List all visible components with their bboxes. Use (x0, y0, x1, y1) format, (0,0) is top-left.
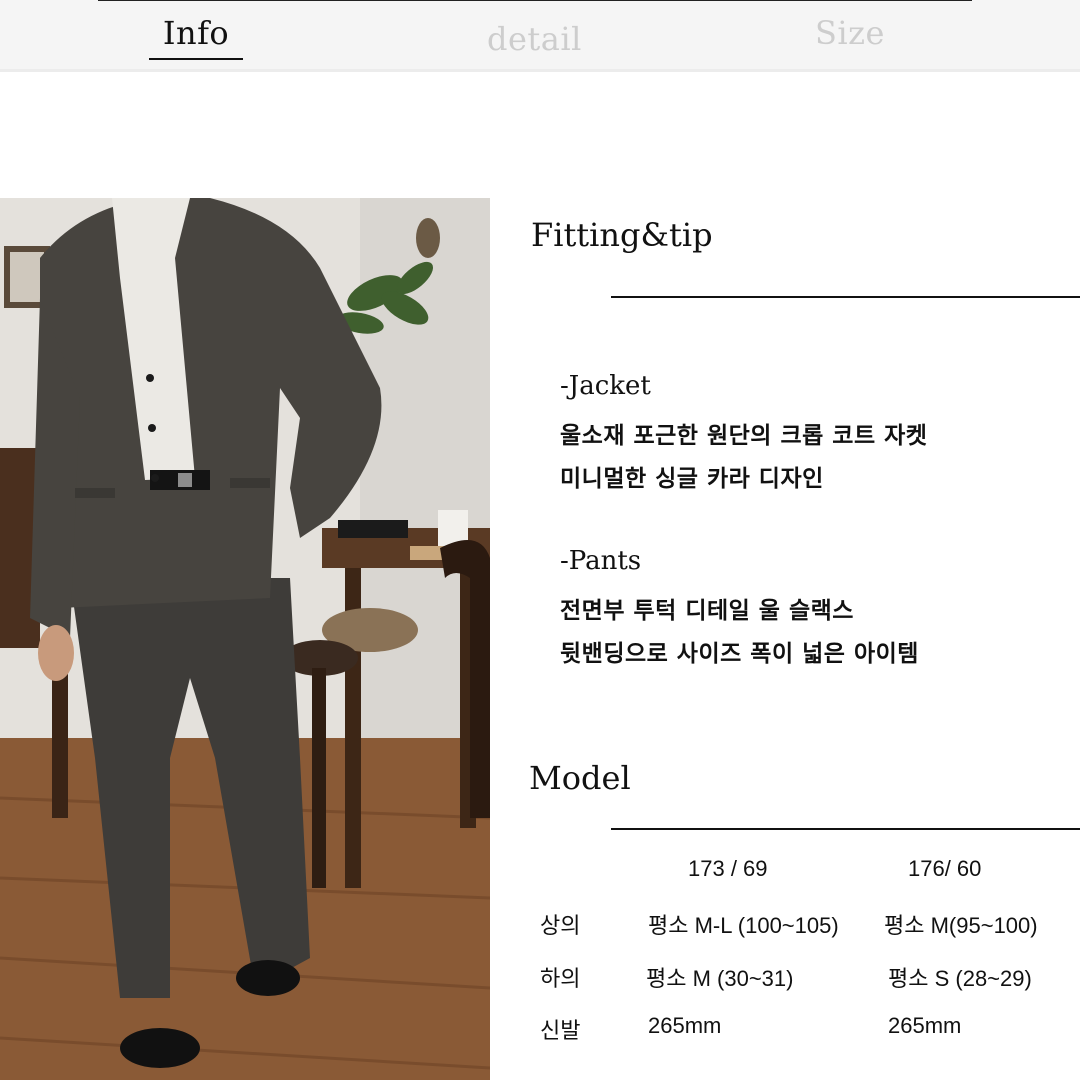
row-shoes-a: 265mm (648, 1013, 722, 1038)
fitting-title: Fitting&tip (531, 216, 713, 254)
fitting-divider (611, 296, 1080, 298)
model-divider (611, 828, 1080, 830)
row-top-b: 평소 M(95~100) (884, 913, 1038, 938)
tab-info[interactable]: Info (149, 14, 243, 60)
jacket-desc-2: 미니멀한 싱글 카라 디자인 (560, 466, 824, 492)
row-bottom-b: 평소 S (28~29) (888, 966, 1032, 991)
tab-size[interactable]: Size (815, 14, 885, 52)
row-label-bottom: 하의 (540, 966, 581, 991)
model-column-a: 173 / 69 (688, 856, 768, 881)
row-label-top: 상의 (540, 913, 581, 938)
tab-bar: Info detail Size (0, 0, 1080, 72)
pants-desc-2: 뒷밴딩으로 사이즈 폭이 넓은 아이템 (560, 641, 919, 667)
model-photo (0, 198, 490, 1080)
row-bottom-a: 평소 M (30~31) (646, 966, 794, 991)
tab-bar-top-line (98, 0, 972, 1)
jacket-desc-1: 울소재 포근한 원단의 크롭 코트 자켓 (560, 423, 928, 449)
row-shoes-b: 265mm (888, 1013, 962, 1038)
tab-detail[interactable]: detail (487, 20, 582, 58)
pants-desc-1: 전면부 투턱 디테일 울 슬랙스 (560, 598, 854, 624)
jacket-heading: -Jacket (560, 371, 651, 401)
model-column-b: 176/ 60 (908, 856, 982, 881)
model-title: Model (529, 759, 631, 797)
pants-heading: -Pants (560, 546, 642, 576)
row-top-a: 평소 M-L (100~105) (648, 913, 839, 938)
row-label-shoes: 신발 (540, 1018, 581, 1043)
